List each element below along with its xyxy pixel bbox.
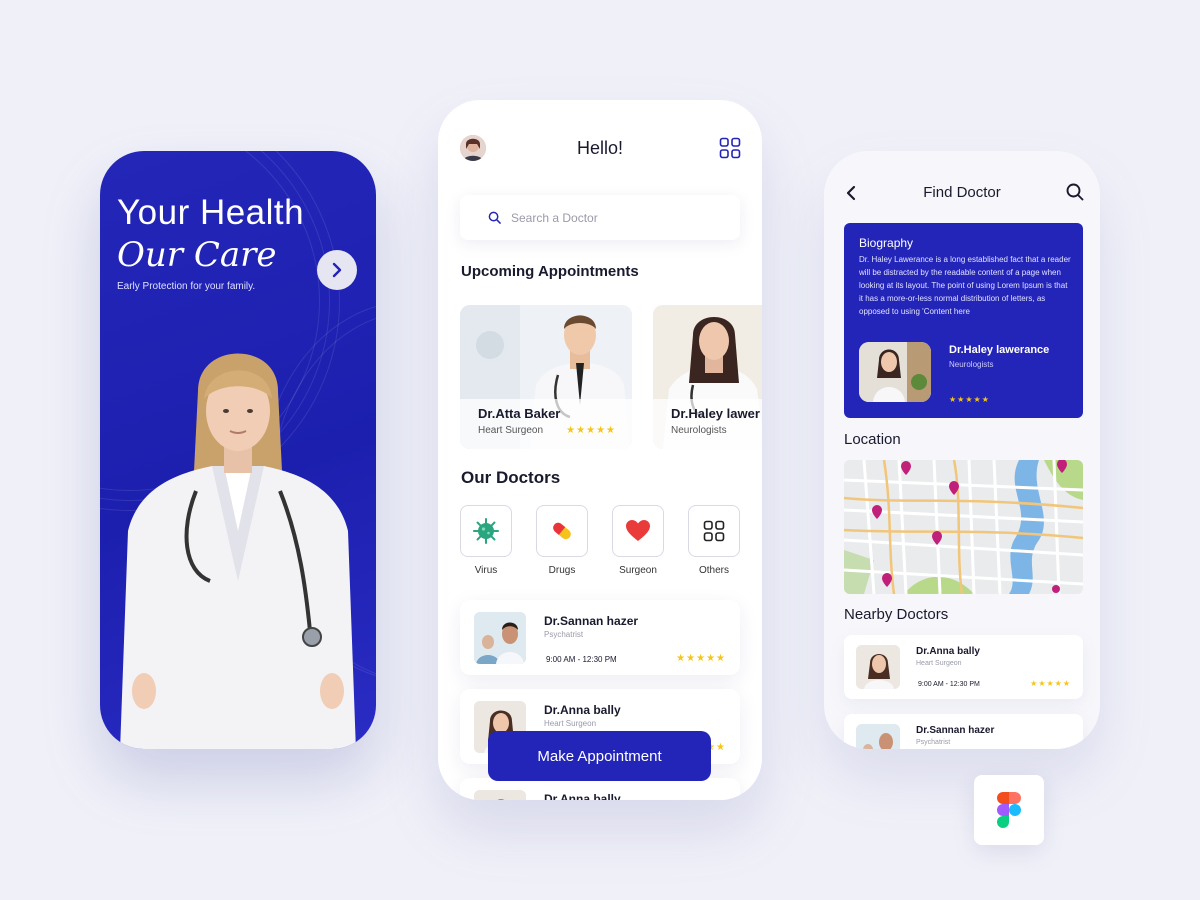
rating-stars: ★★★★★ (566, 425, 616, 436)
appointment-doctor-name: Dr.Haley lawer (671, 406, 760, 421)
category-label: Virus (474, 565, 498, 576)
category-label: Surgeon (619, 565, 657, 576)
doctor-photo (474, 612, 526, 664)
doctor-name: Dr.Sannan hazer (916, 725, 995, 736)
biography-doctor-name: Dr.Haley lawerance (949, 344, 1050, 356)
category-surgeon[interactable]: Surgeon (612, 505, 664, 576)
splash-title-script: Our Care (117, 235, 277, 275)
doctor-specialty: Psychatrist (916, 739, 951, 746)
appointment-card[interactable]: Dr.Atta Baker Heart Surgeon ★★★★★ (460, 305, 632, 449)
figma-logo-icon (997, 792, 1021, 828)
doctor-card[interactable]: Dr.Anna bally (460, 778, 740, 800)
doctor-illustration (120, 353, 356, 749)
category-box[interactable] (536, 505, 588, 557)
splash-title: Your Health (117, 193, 305, 232)
rating-stars: ★★★★★ (949, 395, 990, 404)
appointment-doctor-name: Dr.Atta Baker (478, 406, 561, 421)
doctor-photo (474, 790, 526, 800)
biography-text: Dr. Haley Lawerance is a long establishe… (859, 255, 1071, 316)
home-screen: Hello! Upcoming Appointments Dr.Atta Bak… (438, 100, 762, 800)
map-image (844, 460, 1083, 594)
nearby-doctor-card[interactable]: Dr.Sannan hazer Psychatrist (844, 714, 1083, 749)
category-label: Drugs (548, 565, 576, 576)
appointment-doctor-specialty: Heart Surgeon (478, 425, 544, 436)
doctor-name: Dr.Anna bally (916, 646, 980, 657)
rating-stars: ★★★★★ (676, 653, 726, 664)
appointment-time: 9:00 AM - 12:30 PM (918, 681, 980, 688)
next-button[interactable] (317, 250, 357, 290)
heart-icon (626, 520, 650, 541)
category-box[interactable] (688, 505, 740, 557)
location-heading: Location (844, 431, 901, 448)
category-drugs[interactable]: Drugs (536, 505, 588, 576)
page-title: Find Doctor (923, 184, 1001, 201)
doctor-specialty: Heart Surgeon (916, 660, 962, 667)
our-doctors-heading: Our Doctors (461, 468, 561, 487)
figma-badge (974, 775, 1044, 845)
category-others[interactable]: Others (688, 505, 740, 576)
chevron-right-icon (332, 262, 342, 278)
nearby-doctors-heading: Nearby Doctors (844, 606, 949, 623)
doctor-specialty: Heart Surgeon (544, 719, 597, 728)
category-label: Others (698, 565, 729, 576)
search-icon[interactable] (1066, 183, 1084, 201)
biography-heading: Biography (859, 236, 914, 250)
splash-subtitle: Early Protection for your family. (117, 281, 256, 292)
search-bar[interactable] (460, 195, 740, 240)
doctor-thumbnail (474, 790, 526, 800)
virus-icon (473, 518, 499, 544)
pill-icon (553, 522, 571, 540)
doctor-thumbnail (474, 612, 526, 664)
nearby-doctor-card[interactable]: Dr.Anna bally Heart Surgeon 9:00 AM - 12… (844, 635, 1083, 699)
upcoming-appointments-heading: Upcoming Appointments (461, 263, 639, 280)
grid-icon (703, 520, 725, 542)
search-input[interactable] (511, 210, 711, 225)
doctor-thumbnail (856, 645, 900, 689)
grid-icon[interactable] (719, 137, 741, 159)
doctor-name: Dr.Sannan hazer (544, 614, 639, 628)
category-box[interactable] (460, 505, 512, 557)
doctor-specialty: Psychatrist (544, 630, 584, 639)
doctor-thumbnail (859, 342, 931, 402)
appointment-card[interactable]: Dr.Haley lawer Neurologists (653, 305, 762, 449)
search-icon (488, 211, 501, 224)
doctor-name: Dr.Anna bally (544, 703, 621, 717)
location-map[interactable] (844, 460, 1083, 594)
greeting-title: Hello! (576, 138, 624, 158)
biography-card: Biography Dr. Haley Lawerance is a long … (844, 223, 1083, 418)
category-box[interactable] (612, 505, 664, 557)
doctor-photo (859, 342, 931, 402)
find-doctor-screen: Find Doctor Biography Dr. Haley Laweranc… (824, 151, 1100, 749)
doctor-photo (856, 645, 900, 689)
doctor-card[interactable]: Dr.Sannan hazer Psychatrist 9:00 AM - 12… (460, 600, 740, 675)
appointment-doctor-specialty: Neurologists (671, 425, 727, 436)
doctor-photo (856, 724, 900, 749)
appointment-time: 9:00 AM - 12:30 PM (546, 655, 617, 664)
rating-stars: ★★★★★ (1030, 679, 1071, 688)
category-virus[interactable]: Virus (460, 505, 512, 576)
doctor-thumbnail (856, 724, 900, 749)
doctor-name: Dr.Anna bally (544, 792, 621, 800)
make-appointment-button[interactable]: Make Appointment (488, 731, 711, 781)
biography-doctor-specialty: Neurologists (949, 360, 994, 369)
splash-screen: Your Health Our Care Early Protection fo… (100, 151, 376, 749)
